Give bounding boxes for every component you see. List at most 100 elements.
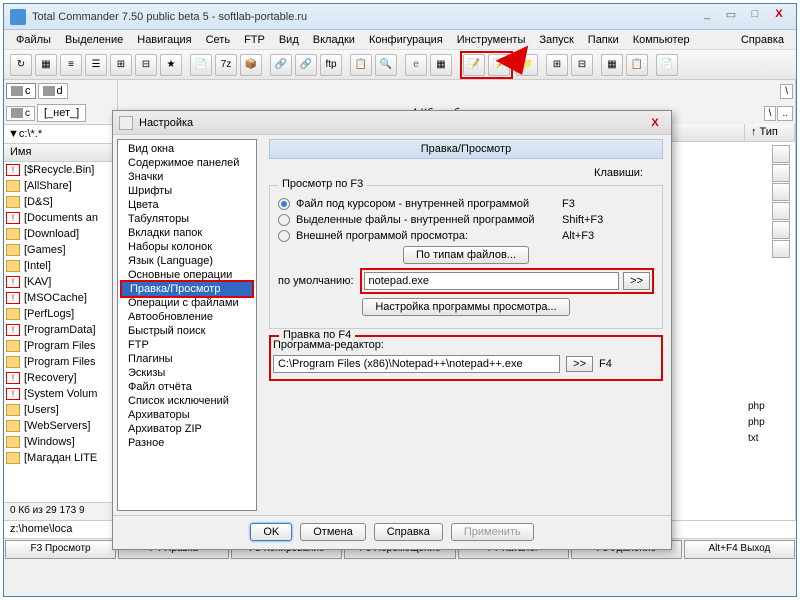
browse-button[interactable]: >> <box>623 272 650 290</box>
file-list[interactable]: ![$Recycle.Bin][AllShare][D&S]![Document… <box>4 162 117 502</box>
tool-icon[interactable]: 🔗 <box>295 54 317 76</box>
tool-icon[interactable]: 7z <box>215 54 237 76</box>
tool-icon[interactable]: 🔍 <box>375 54 397 76</box>
list-item[interactable]: [D&S] <box>4 194 117 210</box>
radio-file-cursor[interactable] <box>278 198 290 210</box>
maximize-button[interactable]: □ <box>744 8 766 26</box>
tool-icon[interactable]: ⊟ <box>571 54 593 76</box>
rt-btn[interactable] <box>772 145 790 163</box>
tool-icon[interactable]: ≡ <box>60 54 82 76</box>
tree-item[interactable]: Шрифты <box>120 184 254 198</box>
tree-item[interactable]: Быстрый поиск <box>120 324 254 338</box>
tool-icon[interactable]: ☰ <box>85 54 107 76</box>
viewer-config-button[interactable]: Настройка программы просмотра... <box>362 298 569 316</box>
tool-icon[interactable]: 📦 <box>240 54 262 76</box>
list-item[interactable]: [WebServers] <box>4 418 117 434</box>
menu-item[interactable]: Выделение <box>59 32 129 48</box>
tool-icon[interactable]: ftp <box>320 54 342 76</box>
rt-btn[interactable] <box>772 240 790 258</box>
menu-item[interactable]: Вид <box>273 32 305 48</box>
menu-item[interactable]: Инструменты <box>451 32 532 48</box>
editor-path-input[interactable] <box>273 355 560 373</box>
altf4-button[interactable]: Alt+F4 Выход <box>684 540 795 559</box>
tool-icon[interactable]: ⊟ <box>135 54 157 76</box>
menu-item[interactable]: Навигация <box>131 32 197 48</box>
list-item[interactable]: [Games] <box>4 242 117 258</box>
list-item[interactable]: ![ProgramData] <box>4 322 117 338</box>
tool-icon[interactable]: ▦ <box>35 54 57 76</box>
file-types-button[interactable]: По типам файлов... <box>403 246 529 264</box>
list-item[interactable]: [AllShare] <box>4 178 117 194</box>
menu-item[interactable]: Вкладки <box>307 32 361 48</box>
list-item[interactable]: [Магадан LITE <box>4 450 117 466</box>
menu-item[interactable]: Файлы <box>10 32 57 48</box>
nav-up[interactable]: \ <box>764 106 777 121</box>
browse-button[interactable]: >> <box>566 356 593 372</box>
nav-root[interactable]: \ <box>780 84 793 99</box>
tool-icon[interactable]: 📄 <box>190 54 212 76</box>
menu-item[interactable]: Папки <box>582 32 625 48</box>
tool-icon[interactable]: ▦ <box>601 54 623 76</box>
tree-item[interactable]: Плагины <box>120 352 254 366</box>
tree-item[interactable]: FTP <box>120 338 254 352</box>
type-column[interactable]: ↑ Тип <box>745 124 795 141</box>
rt-btn[interactable] <box>772 221 790 239</box>
rt-btn[interactable] <box>772 164 790 182</box>
path-bar[interactable]: ▼ c:\*.* <box>4 124 117 144</box>
ok-button[interactable]: OK <box>250 523 292 541</box>
drive-d[interactable]: d <box>38 83 68 99</box>
tree-item[interactable]: Табуляторы <box>120 212 254 226</box>
cancel-button[interactable]: Отмена <box>300 523 365 541</box>
restore-button[interactable]: ▭ <box>720 8 742 26</box>
menu-item[interactable]: FTP <box>238 32 271 48</box>
help-button[interactable]: Справка <box>374 523 443 541</box>
menu-item[interactable]: Сеть <box>200 32 236 48</box>
tool-icon[interactable]: 🔗 <box>270 54 292 76</box>
list-item[interactable]: [PerfLogs] <box>4 306 117 322</box>
tree-item[interactable]: Значки <box>120 170 254 184</box>
radio-selected-files[interactable] <box>278 214 290 226</box>
tool-icon[interactable]: ▦ <box>430 54 452 76</box>
tool-notepad-icon[interactable]: 📝 <box>463 54 485 76</box>
tree-item[interactable]: Содержимое панелей <box>120 156 254 170</box>
drive-c-tab[interactable]: c <box>6 106 35 121</box>
tree-item[interactable]: Список исключений <box>120 394 254 408</box>
tree-item[interactable]: Цвета <box>120 198 254 212</box>
tool-refresh-icon[interactable]: ↻ <box>10 54 32 76</box>
menu-item[interactable]: Конфигурация <box>363 32 449 48</box>
minimize-button[interactable]: _ <box>696 8 718 26</box>
tool-icon[interactable]: ⊞ <box>110 54 132 76</box>
apply-button[interactable]: Применить <box>451 523 534 541</box>
list-item[interactable]: [Download] <box>4 226 117 242</box>
tool-icon[interactable]: 📋 <box>350 54 372 76</box>
tool-icon[interactable]: 📋 <box>626 54 648 76</box>
tree-item[interactable]: Операции с файлами <box>120 296 254 310</box>
dialog-close-icon[interactable]: X <box>645 117 665 129</box>
tool-icon[interactable]: ★ <box>160 54 182 76</box>
menu-item[interactable]: Запуск <box>533 32 579 48</box>
tree-item[interactable]: Разное <box>120 436 254 450</box>
tool-ie-icon[interactable]: e <box>405 54 427 76</box>
tree-item[interactable]: Автообновление <box>120 310 254 324</box>
radio-external[interactable] <box>278 230 290 242</box>
tree-item[interactable]: Архиватор ZIP <box>120 422 254 436</box>
tree-item[interactable]: Вид окна <box>120 142 254 156</box>
tab-label[interactable]: [_нет_] <box>37 104 86 122</box>
tree-item[interactable]: Архиваторы <box>120 408 254 422</box>
tree-item[interactable]: Файл отчёта <box>120 380 254 394</box>
list-item[interactable]: ![Documents an <box>4 210 117 226</box>
tree-item[interactable]: Язык (Language) <box>120 254 254 268</box>
tree-item[interactable]: Эскизы <box>120 366 254 380</box>
tree-item[interactable]: Наборы колонок <box>120 240 254 254</box>
drive-c[interactable]: c <box>6 83 36 99</box>
list-item[interactable]: ![KAV] <box>4 274 117 290</box>
menu-item[interactable]: Компьютер <box>627 32 696 48</box>
list-item[interactable]: [Intel] <box>4 258 117 274</box>
rt-btn[interactable] <box>772 202 790 220</box>
default-viewer-input[interactable] <box>364 272 620 290</box>
close-button[interactable]: X <box>768 8 790 26</box>
rt-btn[interactable] <box>772 183 790 201</box>
list-item[interactable]: ![System Volum <box>4 386 117 402</box>
list-item[interactable]: ![MSOCache] <box>4 290 117 306</box>
tree-item[interactable]: Вкладки папок <box>120 226 254 240</box>
